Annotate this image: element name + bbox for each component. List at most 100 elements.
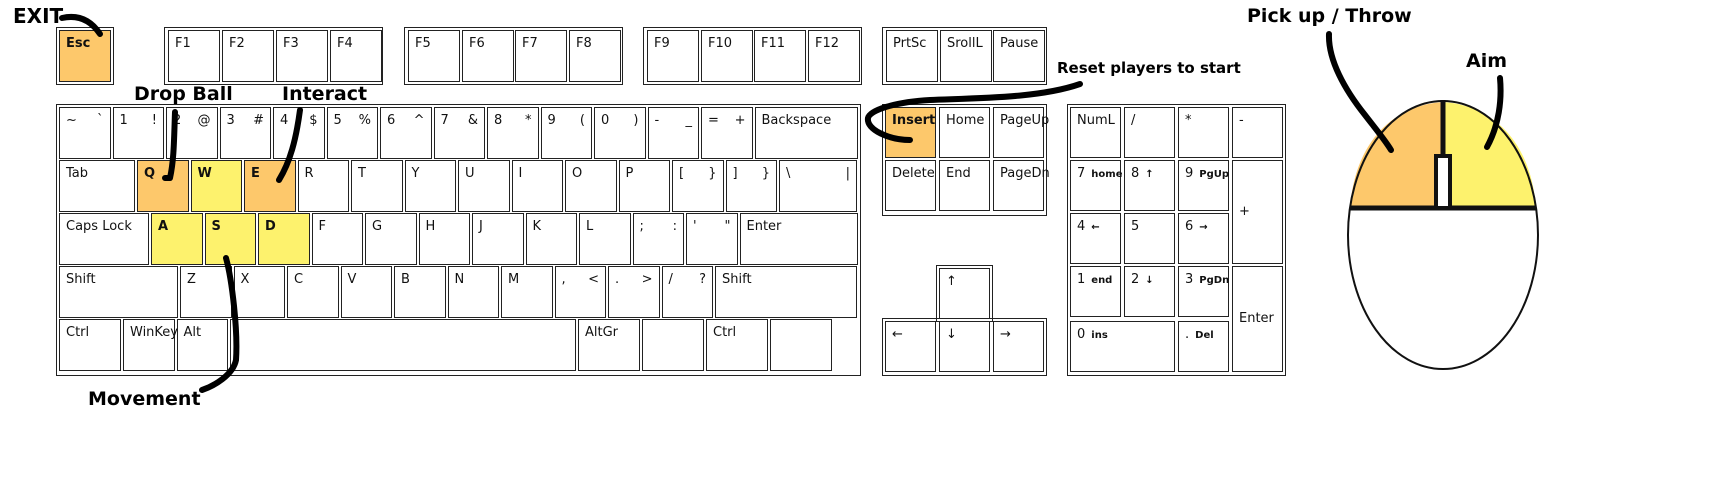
key-label: Q [144,166,156,181]
key-label: Tab [66,166,89,181]
key-label: Shift [66,272,96,287]
key-y: Y [404,160,456,212]
key-label: 2 [173,113,182,128]
key-label: F8 [576,36,592,51]
keyboard-diagram: Esc F1 F2 F3 F4 F5 F6 F7 F8 F9 F10 F11 F12 PrtSc Sroll… [0,0,1733,500]
key-label: Ctrl [66,325,90,340]
key-label: . [615,272,620,287]
key-label: Home [946,113,985,128]
key-f9: F9 [647,30,699,82]
key-shift-label: " [724,219,731,234]
key-label: X [240,272,250,287]
key-8: 8 * [487,107,539,159]
reset-label: Reset players to start [1057,59,1241,77]
key-enter: Enter [739,213,858,265]
key-c: C [287,266,339,318]
key-label: 4 ← [1077,219,1100,234]
key-label: A [158,219,169,234]
key-s: S [204,213,256,265]
key-label: ' [693,219,697,234]
key-numl: NumL [1070,107,1121,158]
key-label: ~ [66,113,77,128]
key-label: 7 [440,113,449,128]
key-srolll: SrollL [940,30,992,82]
key-shift-label: | [845,166,850,181]
key-label: 1 end [1077,272,1113,287]
key-np_enter: Enter [1232,266,1283,372]
key-label: H [425,219,436,234]
key-label: F11 [761,36,786,51]
key-label: End [946,166,971,181]
key-label: L [586,219,594,234]
key-label: J [479,219,483,234]
key-label: 9 PgUp [1185,166,1230,181]
key-label: N [454,272,465,287]
key-np5: 5 [1124,213,1175,264]
key-label: Enter [746,219,782,234]
key-label: B [401,272,410,287]
key-shift-label: * [525,113,532,128]
key-rshift: Shift [715,266,857,318]
key-end: End [939,160,990,211]
key-t: T [351,160,403,212]
key-np_slash: / [1124,107,1175,158]
key-lctrl: Ctrl [59,319,121,371]
key-label: 9 [547,113,556,128]
key-sub-label: PgDn [1199,275,1230,286]
key-tilde: ~ ` [59,107,111,159]
key-shift-label: > [641,272,653,287]
key-label: 8 [494,113,503,128]
key-label: AltGr [585,325,619,340]
key-np_del: . Del [1178,321,1229,372]
key-np_plus: + [1232,160,1283,264]
key-e: E [244,160,296,212]
key-up: ↑ [939,268,990,319]
key-9: 9( [540,107,592,159]
key-u: U [458,160,510,212]
key-sub-label: home [1091,169,1123,180]
key-5: 5% [326,107,378,159]
key-right: → [993,321,1044,372]
key-label: F7 [522,36,538,51]
key-altgr: AltGr [578,319,640,371]
key-label: Enter [1239,311,1274,326]
key-label: / [668,272,673,287]
key-label: E [251,166,260,181]
key-pageup: PageUp [993,107,1049,158]
key-f7: F7 [515,30,567,82]
key-space [230,319,576,371]
key-f6: F6 [462,30,514,82]
key-semicolon: ;: [632,213,684,265]
key-f: F [311,213,363,265]
key-pagedn: PageDn [993,160,1050,211]
key-shift-label: } [761,166,770,181]
key-label: NumL [1077,113,1115,128]
key-f5: F5 [408,30,460,82]
key-f11: F11 [754,30,806,82]
key-label: Caps Lock [66,219,132,234]
key-label: Alt [183,325,202,340]
key-label: D [265,219,276,234]
key-lshift: Shift [59,266,178,318]
key-sub-label: PgUp [1199,169,1230,180]
key-shift-label: ( [579,113,585,128]
key-np8: 8 ↑ [1124,160,1175,211]
key-shift-label: : [672,219,677,234]
key-label: W [197,166,212,181]
key-slash: /? [661,266,713,318]
key-label: / [1131,113,1136,128]
exit-label: EXIT [13,4,64,28]
key-f3: F3 [276,30,328,82]
key-label: F1 [175,36,191,51]
key-w: W [190,160,242,212]
key-label: P [625,166,634,181]
key-label: T [358,166,366,181]
key-b: B [394,266,446,318]
key-label: 6 [387,113,396,128]
key-label: 5 [1131,219,1140,234]
key-label: 0 ins [1077,327,1108,342]
key-label: S [211,219,221,234]
pick-up-throw-label: Pick up / Throw [1247,5,1412,27]
key-label: Pause [1000,36,1039,51]
key-p: P [618,160,670,212]
